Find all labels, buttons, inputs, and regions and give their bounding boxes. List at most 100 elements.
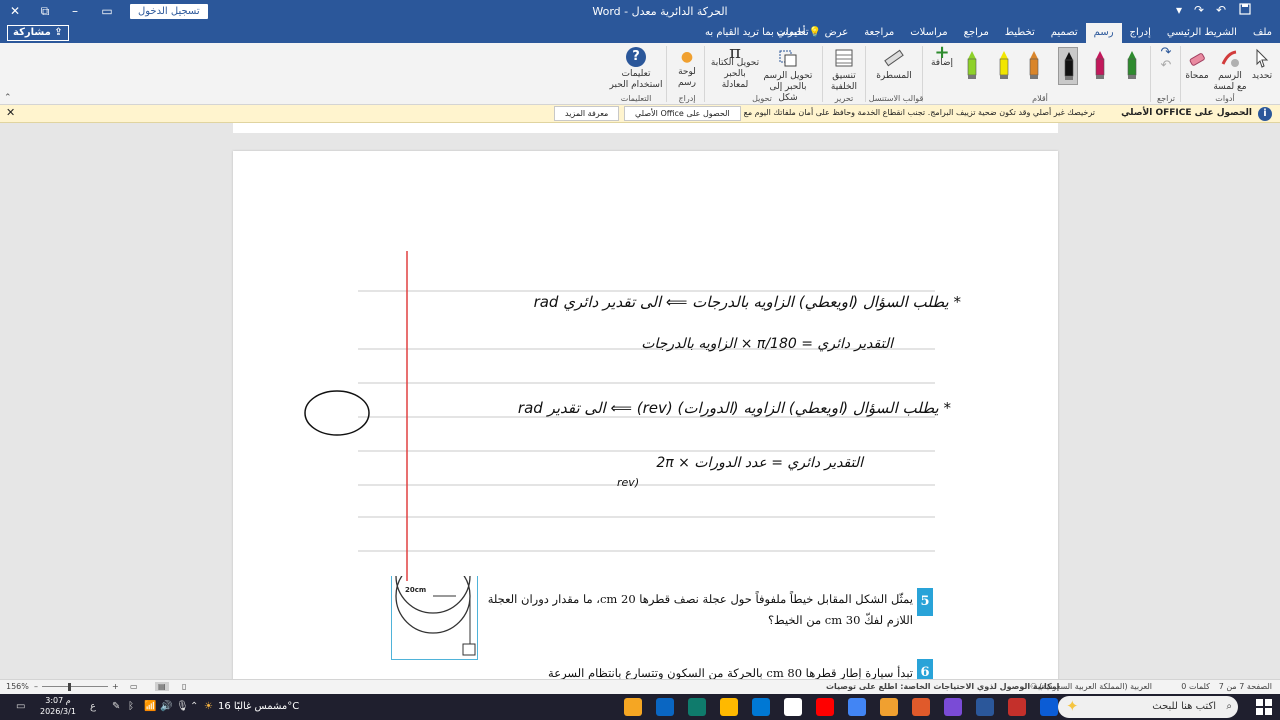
info-bar-title: الحصول على OFFICE الأصلي bbox=[1121, 108, 1252, 118]
pen-2[interactable] bbox=[1058, 47, 1078, 85]
license-info-bar: i الحصول على OFFICE الأصلي ترخيصك غير أص… bbox=[0, 105, 1280, 123]
collapse-ribbon-icon[interactable]: ⌃ bbox=[4, 93, 12, 103]
tab-3[interactable]: رسم bbox=[1085, 23, 1122, 43]
taskbar-app-icon[interactable] bbox=[944, 698, 962, 716]
show-hidden-icons-icon[interactable]: ⌃ bbox=[190, 701, 198, 712]
tab-6[interactable]: مراجع bbox=[956, 23, 997, 43]
previous-page bbox=[233, 123, 1058, 133]
question-5-line-2: اللازم لفكّ 30 cm من الخيط؟ bbox=[767, 613, 913, 627]
taskbar-app-icon[interactable] bbox=[1040, 698, 1058, 716]
print-layout-icon[interactable]: ▤ bbox=[155, 682, 169, 691]
ribbon-tabs: ملف الشريط الرئيسي إدراج رسم تصميم تخطيط مراجع… bbox=[768, 23, 1280, 43]
learn-more-button[interactable]: معرفة المزيد bbox=[554, 106, 620, 121]
group-stencils-label: قوالب الاستنسل bbox=[868, 94, 924, 103]
undo-icon[interactable]: ↶ bbox=[1212, 3, 1230, 17]
ribbon-draw: تحديد الرسم مع لمسة ممحاة أدوات ↷ ↶ تراج… bbox=[0, 43, 1280, 105]
sign-in-button[interactable]: تسجيل الدخول bbox=[130, 4, 208, 19]
volume-icon[interactable]: 🔊 bbox=[160, 701, 172, 712]
windows-start-icon[interactable] bbox=[1256, 699, 1272, 715]
tab-8[interactable]: مراجعة bbox=[856, 23, 902, 43]
taskbar-search-box[interactable]: ⌕ اكتب هنا للبحث bbox=[1058, 696, 1238, 718]
canvas-dot-icon: ● bbox=[680, 49, 694, 65]
taskbar-app-icon[interactable] bbox=[848, 698, 866, 716]
notifications-icon[interactable]: ▭ bbox=[16, 701, 25, 712]
pen-4[interactable] bbox=[994, 47, 1014, 85]
zoom-level[interactable]: 156% bbox=[6, 682, 29, 691]
taskbar-app-icon[interactable] bbox=[624, 698, 642, 716]
taskbar-clock[interactable]: 3:07 م 2026/3/1 bbox=[40, 695, 76, 717]
tab-5[interactable]: تخطيط bbox=[997, 23, 1043, 43]
read-mode-icon[interactable]: ▯ bbox=[182, 682, 186, 691]
taskbar-app-icon[interactable] bbox=[1008, 698, 1026, 716]
eraser-button[interactable]: ممحاة bbox=[1182, 47, 1212, 82]
zoom-in-button[interactable]: + bbox=[112, 682, 119, 691]
ribbon-tab-row: مشاركة ⇪ 💡 أخبرني بما تريد القيام به ملف… bbox=[0, 23, 1280, 43]
taskbar-app-icon[interactable] bbox=[784, 698, 802, 716]
accessibility-status[interactable]: إمكانية الوصول لذوي الاحتياجات الخاصة: ا… bbox=[826, 682, 1059, 691]
add-pen-button[interactable]: + إضافة bbox=[928, 44, 956, 69]
zoom-out-button[interactable]: – bbox=[34, 682, 38, 691]
taskbar-app-icon[interactable] bbox=[816, 698, 834, 716]
eraser-label: ممحاة bbox=[1185, 71, 1209, 81]
pen-icon bbox=[1095, 51, 1105, 79]
minimize-window-button[interactable]: – bbox=[60, 0, 90, 23]
web-layout-icon[interactable]: ▭ bbox=[130, 682, 138, 691]
format-background-button[interactable]: تنسيق الخلفية bbox=[826, 47, 862, 93]
restore-window-button[interactable]: ⧉ bbox=[30, 0, 60, 23]
network-icon[interactable]: 📶 bbox=[144, 701, 156, 712]
close-window-button[interactable]: ✕ bbox=[0, 0, 30, 23]
tab-10[interactable]: تعليمات bbox=[768, 23, 816, 43]
zoom-slider[interactable] bbox=[42, 686, 108, 687]
copilot-sparkle-icon[interactable]: ✦ bbox=[1066, 697, 1079, 715]
tab-1[interactable]: الشريط الرئيسي bbox=[1159, 23, 1245, 43]
tab-7[interactable]: مراسلات bbox=[902, 23, 955, 43]
taskbar-app-icon[interactable] bbox=[752, 698, 770, 716]
pen-3[interactable] bbox=[1024, 47, 1044, 85]
word-count[interactable]: 0 كلمات bbox=[1181, 682, 1210, 691]
ribbon-display-options-button[interactable]: ▭ bbox=[92, 0, 122, 23]
ruler-button[interactable]: المسطرة bbox=[874, 47, 914, 82]
pen-1[interactable] bbox=[1090, 47, 1110, 85]
pen-icon bbox=[999, 51, 1009, 79]
bluetooth-icon[interactable]: ᛒ bbox=[128, 701, 134, 712]
group-convert-label: تحويل bbox=[752, 94, 772, 103]
tab-4[interactable]: تصميم bbox=[1043, 23, 1086, 43]
select-button[interactable]: تحديد bbox=[1248, 47, 1276, 82]
taskbar-app-icon[interactable] bbox=[688, 698, 706, 716]
tab-2[interactable]: إدراج bbox=[1122, 23, 1159, 43]
document-area[interactable]: * يطلب السؤال (اويعطي) الزاويه بالدرجات … bbox=[0, 123, 1280, 679]
microphone-icon[interactable]: 🎙 bbox=[176, 701, 189, 712]
document-page[interactable]: * يطلب السؤال (اويعطي) الزاويه بالدرجات … bbox=[233, 151, 1058, 679]
ink-help-label: تعليمات استخدام الحبر bbox=[609, 69, 663, 90]
tab-0[interactable]: ملف bbox=[1245, 23, 1280, 43]
customize-qat-icon[interactable]: ▾ bbox=[1170, 3, 1188, 17]
weather-widget[interactable]: مشمس غالبًا 16°C bbox=[218, 701, 299, 712]
ink-to-math-button[interactable]: π تحويل الكتابة بالحبر لمعادلة bbox=[710, 44, 760, 91]
pen-menu-icon[interactable]: ✎ bbox=[112, 701, 120, 712]
redo-ink-button[interactable]: ↷ ↶ bbox=[1158, 46, 1174, 73]
get-genuine-office-button[interactable]: الحصول على Office الأصلي bbox=[624, 106, 741, 121]
input-language-indicator[interactable]: ع bbox=[90, 701, 96, 712]
close-info-bar-icon[interactable]: ✕ bbox=[6, 106, 15, 119]
taskbar-app-icon[interactable] bbox=[880, 698, 898, 716]
redo-icon[interactable]: ↷ bbox=[1190, 3, 1208, 17]
tab-9[interactable]: عرض bbox=[817, 23, 857, 43]
pen-5[interactable] bbox=[962, 47, 982, 85]
taskbar-app-icon[interactable] bbox=[976, 698, 994, 716]
handwriting-line-2: التقدير دائري = π/180 × الزاويه بالدرجات bbox=[641, 336, 893, 352]
taskbar-app-icon[interactable] bbox=[912, 698, 930, 716]
share-button[interactable]: مشاركة ⇪ bbox=[7, 25, 69, 41]
save-icon[interactable] bbox=[1236, 3, 1254, 18]
ink-help-button[interactable]: ? تعليمات استخدام الحبر bbox=[608, 47, 664, 91]
page-count[interactable]: الصفحة 7 من 7 bbox=[1219, 682, 1272, 691]
taskbar-app-icon[interactable] bbox=[720, 698, 738, 716]
zoom-slider-thumb[interactable] bbox=[68, 683, 71, 691]
pen-0[interactable] bbox=[1122, 47, 1142, 85]
select-cursor-icon bbox=[1256, 48, 1269, 68]
background-lines-icon bbox=[835, 49, 853, 67]
drawing-canvas-button[interactable]: ● لوحة رسم bbox=[672, 47, 702, 89]
draw-with-touch-button[interactable]: الرسم مع لمسة bbox=[1212, 47, 1248, 93]
pen-icon bbox=[967, 51, 977, 79]
taskbar-app-icon[interactable] bbox=[656, 698, 674, 716]
draw-touch-label: الرسم مع لمسة bbox=[1213, 71, 1247, 92]
